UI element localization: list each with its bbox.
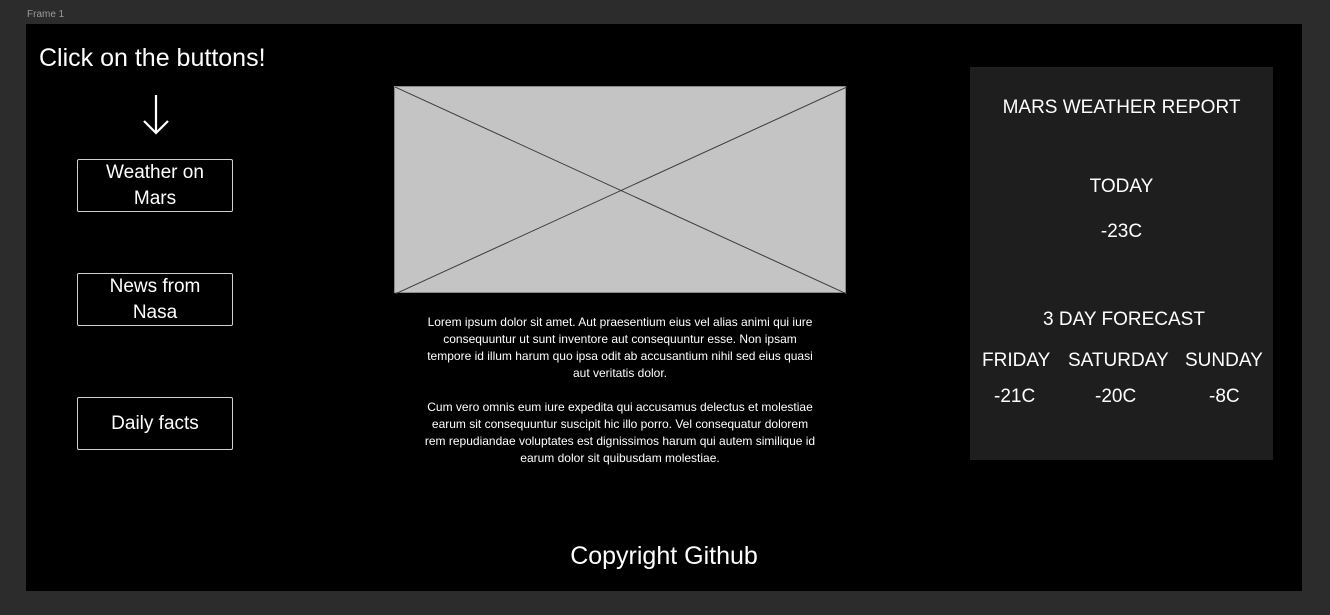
forecast-day-friday: FRIDAY (982, 350, 1051, 371)
daily-facts-button-label: Daily facts (111, 412, 199, 434)
weather-on-mars-button-label: Weather on Mars (106, 161, 204, 209)
forecast-day-sunday: SUNDAY (1185, 350, 1263, 371)
weather-report-title: MARS WEATHER REPORT (1002, 97, 1241, 118)
today-temperature: -23C (1100, 221, 1143, 242)
copyright-footer: Copyright Github (570, 542, 758, 570)
forecast-temp-friday: -21C (994, 386, 1036, 407)
weather-report-panel: MARS WEATHER REPORT TODAY -23C 3 DAY FOR… (970, 67, 1273, 460)
news-from-nasa-button[interactable]: News from Nasa (77, 273, 233, 326)
forecast-temp-saturday: -20C (1095, 386, 1137, 407)
page-headline: Click on the buttons! (39, 44, 266, 72)
weather-on-mars-button[interactable]: Weather on Mars (77, 159, 233, 212)
today-label: TODAY (1089, 176, 1154, 197)
body-paragraph-1: Lorem ipsum dolor sit amet. Aut praesent… (427, 315, 813, 380)
frame-label: Frame 1 (27, 9, 65, 20)
body-paragraph-2: Cum vero omnis eum iure expedita qui acc… (424, 400, 816, 465)
image-placeholder-icon (394, 86, 847, 294)
forecast-day-saturday: SATURDAY (1068, 350, 1169, 371)
frame: Click on the buttons! Weather on Mars Ne… (26, 24, 1302, 591)
arrow-down-icon (143, 95, 169, 135)
forecast-temp-sunday: -8C (1209, 386, 1240, 407)
forecast-title: 3 DAY FORECAST (1043, 309, 1205, 330)
daily-facts-button[interactable]: Daily facts (77, 397, 233, 450)
news-from-nasa-button-label: News from Nasa (109, 275, 201, 323)
